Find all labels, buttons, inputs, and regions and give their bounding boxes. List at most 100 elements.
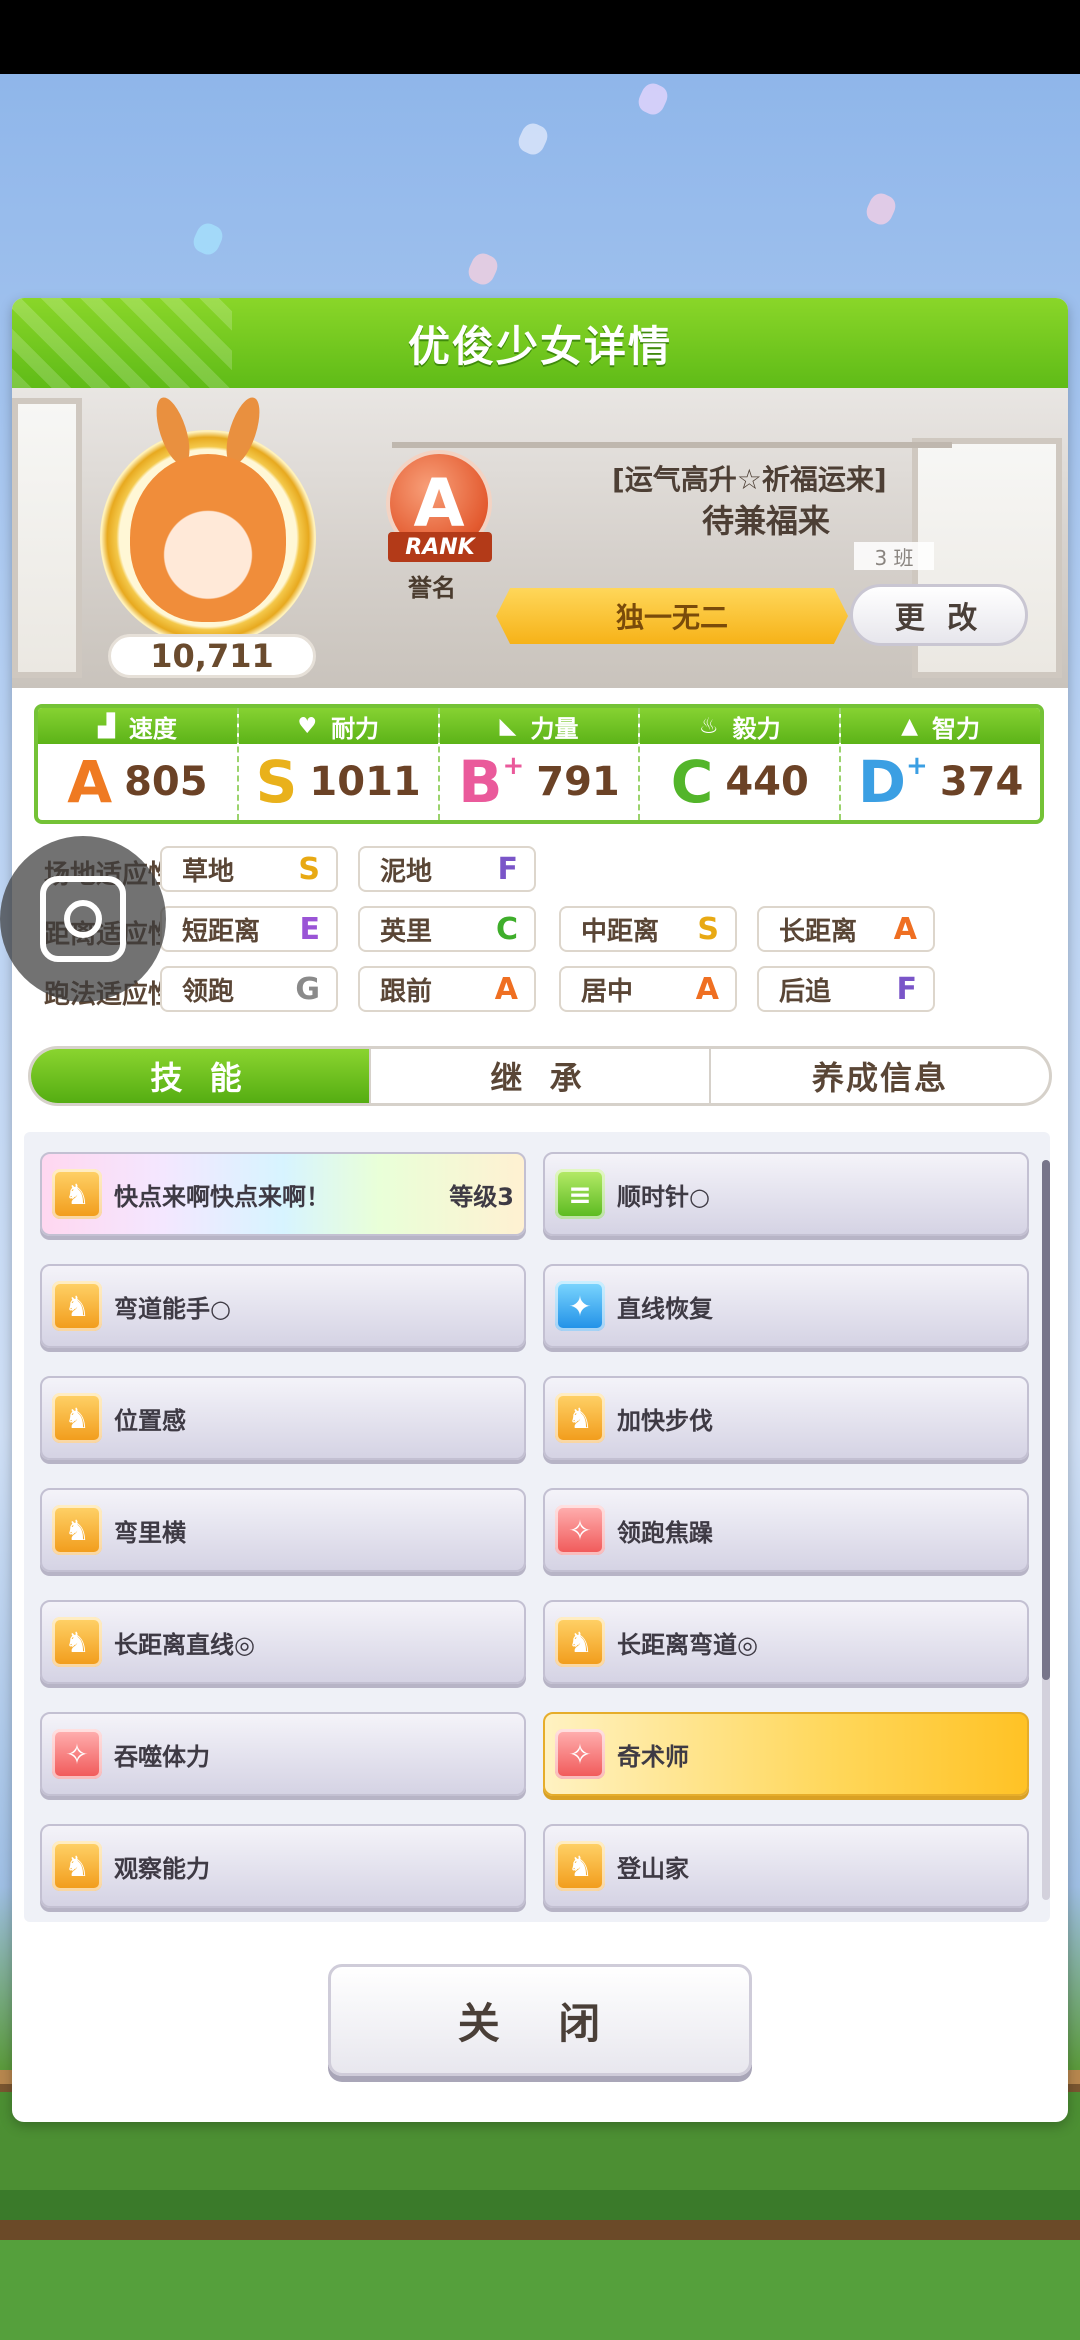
stat-header: ♨ 毅力 xyxy=(640,708,840,744)
stat-grade-letter: S xyxy=(255,748,298,816)
skill-name: 快点来啊快点来啊！ xyxy=(114,1182,330,1211)
skill-name: 加快步伐 xyxy=(617,1406,713,1435)
aptitude-cell: 短距离 E xyxy=(160,906,338,952)
stat-label: 耐力 xyxy=(331,714,380,743)
aptitude-name: 居中 xyxy=(581,976,634,1007)
aptitude-cell: 草地 S xyxy=(160,846,338,892)
aptitude-name: 中距离 xyxy=(581,916,660,947)
aptitude-name: 长距离 xyxy=(779,916,858,947)
skill-orange-icon: ♞ xyxy=(52,1841,102,1891)
umamusume-detail-dialog: 优俊少女详情 10,711 A RANK 誉名 [运气高升☆祈福运来] 待兼福来… xyxy=(12,298,1068,2122)
skill-name: 顺时针○ xyxy=(617,1182,710,1211)
skills-list[interactable]: ♞ 快点来啊快点来啊！ 等级3 ≡ 顺时针○ ♞ 弯道能手○ ✦ 直线恢复 ♞ 位置感 ♞ 加快步伐 ♞ 弯… xyxy=(24,1132,1050,1922)
aptitude-grade: A xyxy=(893,911,917,947)
stat-4: ▲ 智力 D+ 374 xyxy=(841,708,1040,820)
stat-header: ▟ 速度 xyxy=(38,708,237,744)
title-banner[interactable]: 独一无二 xyxy=(496,588,848,644)
lens-icon xyxy=(64,900,102,938)
aptitude-cell: 长距离 A xyxy=(757,906,935,952)
skill-card[interactable]: ✦ 直线恢复 xyxy=(543,1264,1029,1348)
skill-card[interactable]: ✧ 吞噬体力 xyxy=(40,1712,526,1796)
tab-2[interactable]: 养成信息 xyxy=(711,1049,1049,1103)
skill-orange-icon: ♞ xyxy=(52,1281,102,1331)
shoe-icon: ▟ xyxy=(97,713,115,739)
aptitude-cell: 居中 A xyxy=(559,966,737,1012)
confetti xyxy=(189,219,227,259)
skill-card[interactable]: ♞ 快点来啊快点来啊！ 等级3 xyxy=(40,1152,526,1236)
skill-card[interactable]: ♞ 弯里横 xyxy=(40,1488,526,1572)
skill-name: 领跑焦躁 xyxy=(617,1518,713,1547)
tab-1[interactable]: 继 承 xyxy=(371,1049,711,1103)
skill-card[interactable]: ♞ 加快步伐 xyxy=(543,1376,1029,1460)
window-decor xyxy=(12,398,82,678)
aptitude-grade: A xyxy=(695,971,719,1007)
skill-blue-icon: ✦ xyxy=(555,1281,605,1331)
stat-grade-letter: A xyxy=(67,748,113,816)
stat-3: ♨ 毅力 C 440 xyxy=(640,708,842,820)
skill-name: 奇术师 xyxy=(617,1742,689,1771)
stat-label: 毅力 xyxy=(732,714,781,743)
skill-card[interactable]: ♞ 弯道能手○ xyxy=(40,1264,526,1348)
skill-card[interactable]: ≡ 顺时针○ xyxy=(543,1152,1029,1236)
muscle-icon: ◣ xyxy=(499,713,517,739)
aptitude-name: 泥地 xyxy=(380,856,433,887)
aptitude-name: 短距离 xyxy=(182,916,261,947)
skills-scrollbar[interactable] xyxy=(1042,1160,1050,1900)
stat-grade-plus: + xyxy=(502,751,525,781)
skill-card[interactable]: ✧ 奇术师 xyxy=(543,1712,1029,1796)
dialog-title: 优俊少女详情 xyxy=(407,321,672,371)
skill-card[interactable]: ♞ 长距离直线◎ xyxy=(40,1600,526,1684)
detail-tabs: 技 能继 承养成信息 xyxy=(28,1046,1052,1106)
stat-header: ♥ 耐力 xyxy=(238,708,438,744)
aptitude-name: 草地 xyxy=(182,856,235,887)
skill-card[interactable]: ♞ 位置感 xyxy=(40,1376,526,1460)
character-name: 待兼福来 xyxy=(702,502,831,540)
skill-card[interactable]: ✧ 领跑焦躁 xyxy=(543,1488,1029,1572)
change-title-button[interactable]: 更 改 xyxy=(850,584,1028,646)
skill-card[interactable]: ♞ 观察能力 xyxy=(40,1824,526,1908)
evaluation-score: 10,711 xyxy=(108,634,316,678)
avatar[interactable] xyxy=(130,454,286,622)
skill-orange-icon: ♞ xyxy=(555,1841,605,1891)
aptitude-grade: F xyxy=(896,971,918,1007)
skill-level: 等级3 xyxy=(449,1182,514,1211)
close-button[interactable]: 关 闭 xyxy=(328,1964,752,2076)
style-aptitude-row: 跑法适应性领跑G跟前A居中A后追F xyxy=(12,966,1068,1016)
aptitude-cell: 领跑 G xyxy=(160,966,338,1012)
skill-name: 位置感 xyxy=(114,1406,186,1435)
skill-card[interactable]: ♞ 登山家 xyxy=(543,1824,1029,1908)
aptitude-cell: 中距离 S xyxy=(559,906,737,952)
confetti xyxy=(634,79,672,119)
stat-header: ▲ 智力 xyxy=(841,708,1040,744)
distance-aptitude-row: 距离适应性短距离E英里C中距离S长距离A xyxy=(12,906,1068,956)
aptitude-cell: 泥地 F xyxy=(358,846,536,892)
stat-body: B+ 791 xyxy=(440,744,639,820)
stat-body: C 440 xyxy=(640,744,839,820)
stat-label: 智力 xyxy=(932,714,981,743)
confetti xyxy=(514,119,552,159)
confetti xyxy=(862,189,900,229)
stat-value: 1011 xyxy=(309,759,421,805)
stat-0: ▟ 速度 A 805 xyxy=(38,708,239,820)
skill-orange-icon: ♞ xyxy=(555,1617,605,1667)
character-epithet: [运气高升☆祈福运来] xyxy=(612,463,887,496)
rank-caption: 誉名 xyxy=(408,574,456,602)
skill-card[interactable]: ♞ 长距离弯道◎ xyxy=(543,1600,1029,1684)
stat-grade: B+ xyxy=(458,753,524,811)
rank-ribbon: RANK xyxy=(388,532,492,562)
aptitude-name: 英里 xyxy=(380,916,433,947)
stat-label: 速度 xyxy=(128,714,177,743)
stat-grade-letter: B xyxy=(458,748,503,816)
floating-assistant-button[interactable] xyxy=(0,836,166,1002)
aptitude-grade: G xyxy=(295,971,320,1007)
flame-icon: ♨ xyxy=(698,713,719,739)
scrollbar-thumb[interactable] xyxy=(1042,1160,1050,1680)
tab-0[interactable]: 技 能 xyxy=(31,1049,371,1103)
skill-name: 吞噬体力 xyxy=(114,1742,210,1771)
stat-2: ◣ 力量 B+ 791 xyxy=(439,708,641,820)
aptitude-grade: F xyxy=(497,851,519,887)
aptitude-name: 后追 xyxy=(779,976,832,1007)
skill-orange-icon: ♞ xyxy=(52,1505,102,1555)
aptitude-cell: 英里 C xyxy=(358,906,536,952)
skill-name: 长距离弯道◎ xyxy=(617,1630,758,1659)
